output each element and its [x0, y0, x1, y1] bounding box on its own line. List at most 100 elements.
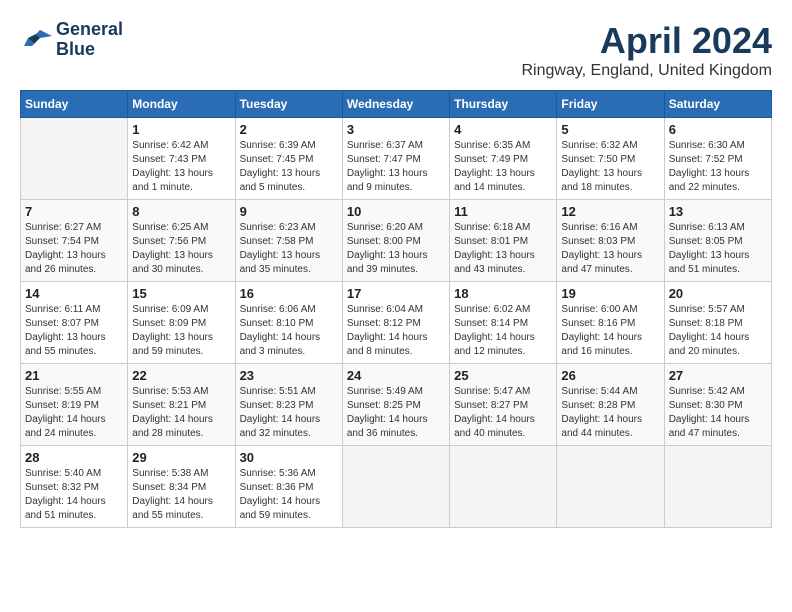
day-info: Sunrise: 5:40 AM Sunset: 8:32 PM Dayligh… [25, 467, 123, 523]
day-number: 27 [669, 368, 767, 383]
calendar-cell: 8 Sunrise: 6:25 AM Sunset: 7:56 PM Daylig… [128, 200, 235, 282]
day-info: Sunrise: 6:16 AM Sunset: 8:03 PM Dayligh… [561, 221, 659, 277]
day-number: 8 [132, 204, 230, 219]
calendar-cell [21, 118, 128, 200]
day-number: 20 [669, 286, 767, 301]
calendar-cell [664, 446, 771, 528]
calendar-cell: 22Sunrise: 5:53 AM Sunset: 8:21 PM Dayli… [128, 364, 235, 446]
day-number: 1 [132, 122, 230, 137]
calendar-cell: 28 Sunrise: 5:40 AM Sunset: 8:32 PM Dayli… [21, 446, 128, 528]
day-info: Sunrise: 6:23 AM Sunset: 7:58 PM Dayligh… [240, 221, 338, 277]
day-number: 30 [240, 450, 338, 465]
day-number: 15 [132, 286, 230, 301]
day-number: 2 [240, 122, 338, 137]
day-number: 14 [25, 286, 123, 301]
day-info: Sunrise: 6:35 AM Sunset: 7:49 PM Dayligh… [454, 139, 552, 195]
calendar-cell: 25Sunrise: 5:47 AM Sunset: 8:27 PM Dayli… [450, 364, 557, 446]
weekday-header: Sunday [21, 91, 128, 118]
day-number: 13 [669, 204, 767, 219]
calendar-table: SundayMondayTuesdayWednesdayThursdayFrid… [20, 90, 772, 528]
calendar-cell: 12Sunrise: 6:16 AM Sunset: 8:03 PM Dayli… [557, 200, 664, 282]
calendar-cell [450, 446, 557, 528]
calendar-cell: 2 Sunrise: 6:39 AM Sunset: 7:45 PM Daylig… [235, 118, 342, 200]
calendar-cell: 6Sunrise: 6:30 AM Sunset: 7:52 PM Daylig… [664, 118, 771, 200]
weekday-header: Thursday [450, 91, 557, 118]
day-number: 22 [132, 368, 230, 383]
calendar-cell: 14 Sunrise: 6:11 AM Sunset: 8:07 PM Dayli… [21, 282, 128, 364]
month-title: April 2024 [521, 20, 772, 62]
day-info: Sunrise: 5:57 AM Sunset: 8:18 PM Dayligh… [669, 303, 767, 359]
calendar-week-row: 21 Sunrise: 5:55 AM Sunset: 8:19 PM Dayli… [21, 364, 772, 446]
calendar-cell: 23 Sunrise: 5:51 AM Sunset: 8:23 PM Dayli… [235, 364, 342, 446]
day-number: 5 [561, 122, 659, 137]
calendar-week-row: 7 Sunrise: 6:27 AM Sunset: 7:54 PM Daylig… [21, 200, 772, 282]
calendar-cell: 1 Sunrise: 6:42 AM Sunset: 7:43 PM Daylig… [128, 118, 235, 200]
day-info: Sunrise: 5:55 AM Sunset: 8:19 PM Dayligh… [25, 385, 123, 441]
day-info: Sunrise: 6:18 AM Sunset: 8:01 PM Dayligh… [454, 221, 552, 277]
day-info: Sunrise: 6:42 AM Sunset: 7:43 PM Dayligh… [132, 139, 230, 195]
day-number: 9 [240, 204, 338, 219]
day-number: 7 [25, 204, 123, 219]
calendar-cell [342, 446, 449, 528]
calendar-cell: 30Sunrise: 5:36 AM Sunset: 8:36 PM Dayli… [235, 446, 342, 528]
day-info: Sunrise: 6:06 AM Sunset: 8:10 PM Dayligh… [240, 303, 338, 359]
weekday-header: Saturday [664, 91, 771, 118]
day-number: 3 [347, 122, 445, 137]
day-number: 18 [454, 286, 552, 301]
day-info: Sunrise: 5:51 AM Sunset: 8:23 PM Dayligh… [240, 385, 338, 441]
calendar-cell: 21 Sunrise: 5:55 AM Sunset: 8:19 PM Dayli… [21, 364, 128, 446]
day-number: 10 [347, 204, 445, 219]
calendar-cell: 18 Sunrise: 6:02 AM Sunset: 8:14 PM Dayli… [450, 282, 557, 364]
calendar-cell: 10 Sunrise: 6:20 AM Sunset: 8:00 PM Dayli… [342, 200, 449, 282]
day-number: 29 [132, 450, 230, 465]
logo-icon [20, 26, 52, 54]
day-info: Sunrise: 6:04 AM Sunset: 8:12 PM Dayligh… [347, 303, 445, 359]
day-info: Sunrise: 6:13 AM Sunset: 8:05 PM Dayligh… [669, 221, 767, 277]
calendar-week-row: 28 Sunrise: 5:40 AM Sunset: 8:32 PM Dayli… [21, 446, 772, 528]
day-number: 11 [454, 204, 552, 219]
calendar-cell: 16 Sunrise: 6:06 AM Sunset: 8:10 PM Dayli… [235, 282, 342, 364]
title-block: April 2024 Ringway, England, United King… [521, 20, 772, 80]
day-info: Sunrise: 5:38 AM Sunset: 8:34 PM Dayligh… [132, 467, 230, 523]
calendar-cell: 11 Sunrise: 6:18 AM Sunset: 8:01 PM Dayli… [450, 200, 557, 282]
day-info: Sunrise: 6:20 AM Sunset: 8:00 PM Dayligh… [347, 221, 445, 277]
calendar-cell: 20 Sunrise: 5:57 AM Sunset: 8:18 PM Dayli… [664, 282, 771, 364]
calendar-cell: 15 Sunrise: 6:09 AM Sunset: 8:09 PM Dayli… [128, 282, 235, 364]
day-number: 26 [561, 368, 659, 383]
day-info: Sunrise: 6:32 AM Sunset: 7:50 PM Dayligh… [561, 139, 659, 195]
calendar-cell: 3 Sunrise: 6:37 AM Sunset: 7:47 PM Daylig… [342, 118, 449, 200]
day-info: Sunrise: 6:37 AM Sunset: 7:47 PM Dayligh… [347, 139, 445, 195]
logo-line2: Blue [56, 40, 123, 60]
day-info: Sunrise: 5:49 AM Sunset: 8:25 PM Dayligh… [347, 385, 445, 441]
logo-text: General Blue [56, 20, 123, 60]
day-number: 28 [25, 450, 123, 465]
day-number: 21 [25, 368, 123, 383]
day-info: Sunrise: 6:11 AM Sunset: 8:07 PM Dayligh… [25, 303, 123, 359]
day-number: 25 [454, 368, 552, 383]
day-info: Sunrise: 6:39 AM Sunset: 7:45 PM Dayligh… [240, 139, 338, 195]
day-info: Sunrise: 6:27 AM Sunset: 7:54 PM Dayligh… [25, 221, 123, 277]
weekday-header-row: SundayMondayTuesdayWednesdayThursdayFrid… [21, 91, 772, 118]
day-info: Sunrise: 5:42 AM Sunset: 8:30 PM Dayligh… [669, 385, 767, 441]
calendar-cell: 24 Sunrise: 5:49 AM Sunset: 8:25 PM Dayli… [342, 364, 449, 446]
location: Ringway, England, United Kingdom [521, 62, 772, 80]
calendar-cell: 27 Sunrise: 5:42 AM Sunset: 8:30 PM Dayli… [664, 364, 771, 446]
calendar-cell: 26 Sunrise: 5:44 AM Sunset: 8:28 PM Dayli… [557, 364, 664, 446]
weekday-header: Wednesday [342, 91, 449, 118]
day-info: Sunrise: 6:00 AM Sunset: 8:16 PM Dayligh… [561, 303, 659, 359]
calendar-cell: 13 Sunrise: 6:13 AM Sunset: 8:05 PM Dayli… [664, 200, 771, 282]
calendar-week-row: 14 Sunrise: 6:11 AM Sunset: 8:07 PM Dayli… [21, 282, 772, 364]
logo: General Blue [20, 20, 123, 60]
calendar-cell [557, 446, 664, 528]
day-info: Sunrise: 6:25 AM Sunset: 7:56 PM Dayligh… [132, 221, 230, 277]
weekday-header: Monday [128, 91, 235, 118]
calendar-cell: 19Sunrise: 6:00 AM Sunset: 8:16 PM Dayli… [557, 282, 664, 364]
calendar-cell: 17Sunrise: 6:04 AM Sunset: 8:12 PM Dayli… [342, 282, 449, 364]
day-info: Sunrise: 6:02 AM Sunset: 8:14 PM Dayligh… [454, 303, 552, 359]
day-number: 24 [347, 368, 445, 383]
day-number: 16 [240, 286, 338, 301]
day-info: Sunrise: 5:44 AM Sunset: 8:28 PM Dayligh… [561, 385, 659, 441]
day-info: Sunrise: 6:30 AM Sunset: 7:52 PM Dayligh… [669, 139, 767, 195]
day-number: 23 [240, 368, 338, 383]
day-info: Sunrise: 6:09 AM Sunset: 8:09 PM Dayligh… [132, 303, 230, 359]
